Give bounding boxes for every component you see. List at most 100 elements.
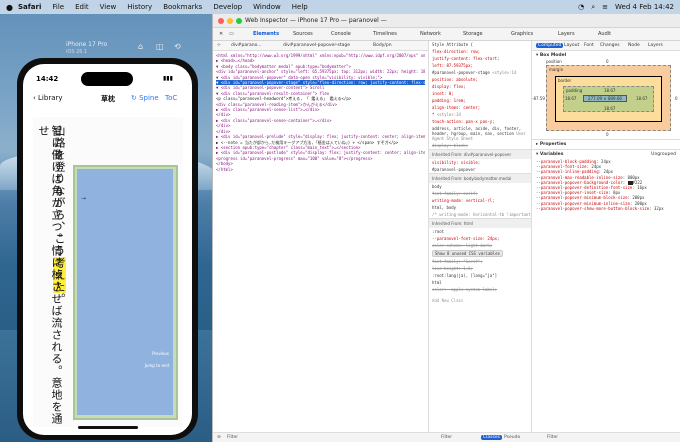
close-icon[interactable] <box>218 18 224 24</box>
properties-header[interactable]: ▸ Properties <box>532 139 680 147</box>
menu-file[interactable]: File <box>52 3 64 11</box>
menu-help[interactable]: Help <box>292 3 308 11</box>
style-prop[interactable]: --paranovel-font-size: 24px; <box>429 235 531 242</box>
breadcrumb-item-1[interactable]: div#parano... <box>231 43 262 48</box>
rule-selector[interactable]: #paranovel-popover <box>429 166 531 173</box>
tab-elements[interactable]: Elements <box>251 31 281 37</box>
tab-node[interactable]: Node <box>628 43 640 48</box>
home-indicator[interactable] <box>78 426 138 429</box>
reader-content[interactable]: 山路を登りながら、こう考えた。 智に働けば角が立つ。情に棹させば流される。意地を… <box>33 117 183 427</box>
spine-button[interactable]: ↻ Spine <box>131 94 159 102</box>
tab-timelines[interactable]: Timelines <box>371 31 399 37</box>
dock-icon[interactable]: ▭ <box>227 31 236 37</box>
rule-selector[interactable]: #paranovel-popover-stage <box>432 70 490 75</box>
home-icon[interactable]: ⌂ <box>138 42 143 51</box>
style-prop[interactable]: font-family: serif; <box>429 190 531 197</box>
style-prop[interactable]: color-scheme: light dark; <box>429 242 531 249</box>
style-prop[interactable]: color: -apple-system-label; <box>429 286 531 293</box>
style-prop[interactable]: writing-mode: vertical-rl; <box>429 197 531 204</box>
position-right[interactable]: 0 <box>675 96 678 101</box>
classes-toggle[interactable]: Classes <box>481 435 502 440</box>
tab-changes[interactable]: Changes <box>600 43 620 48</box>
tab-network[interactable]: Network <box>418 31 443 37</box>
wifi-icon[interactable]: ◔ <box>578 3 584 11</box>
menu-view[interactable]: View <box>100 3 117 11</box>
inspect-icon[interactable]: ⊹ <box>217 43 221 48</box>
computed-filter-input[interactable]: Filter <box>547 435 558 440</box>
tab-sources[interactable]: Sources <box>291 31 315 37</box>
rule-selector[interactable]: html <box>429 279 531 286</box>
search-icon[interactable]: ⌕ <box>591 3 595 12</box>
style-prop[interactable]: padding: 1rem; <box>429 97 531 104</box>
tab-layers[interactable]: Layers <box>556 31 577 37</box>
style-prop[interactable]: align-items: center; <box>429 104 531 111</box>
rule-selector[interactable]: address, article, aside, div, footer, he… <box>432 126 521 136</box>
menu-app-safari[interactable]: Safari <box>18 3 41 11</box>
box-model-header[interactable]: ▾ Box Model <box>532 53 680 58</box>
back-button[interactable]: ‹ Library <box>33 94 63 102</box>
jump-to-end-label[interactable]: Jump to end <box>145 363 169 368</box>
tab-graphics[interactable]: Graphics <box>509 31 535 37</box>
menu-history[interactable]: History <box>127 3 152 11</box>
rule-selector[interactable]: :root:lang(ja), [lang="ja"] <box>429 272 531 279</box>
menu-edit[interactable]: Edit <box>75 3 89 11</box>
variable-row[interactable]: --paranovel-popover-show-more-button-blo… <box>532 206 680 211</box>
tab-layout[interactable]: Layout <box>564 43 579 48</box>
pseudo-toggle[interactable]: Pseudo <box>504 435 520 440</box>
variables-header[interactable]: ▾ Variables Ungrouped <box>532 149 680 157</box>
rule-source[interactable]: <style>:14 <box>492 70 516 75</box>
apple-menu-icon[interactable]: ● <box>6 3 18 12</box>
add-class-input[interactable]: Add New Class <box>429 297 531 304</box>
position-bottom[interactable]: 0 <box>606 132 609 137</box>
style-prop[interactable]: left: 87.59375px; <box>429 62 531 69</box>
padding-right[interactable]: 18.67 <box>636 96 647 101</box>
menu-develop[interactable]: Develop <box>213 3 242 11</box>
rotate-icon[interactable]: ⟲ <box>174 42 181 51</box>
style-prop[interactable]: flex-direction: row; <box>429 48 531 55</box>
tab-console[interactable]: Console <box>329 31 353 37</box>
style-prop[interactable]: inset: 0; <box>429 90 531 97</box>
dom-tree[interactable]: <html xmlns="http://www.w3.org/1999/xhtm… <box>213 51 428 301</box>
dom-line[interactable]: ▶ <div id="paranovel-prelude" style="dis… <box>216 134 425 139</box>
styles-filter-input[interactable]: Filter <box>441 435 452 440</box>
styles-sidebar[interactable]: Style Attribute { flex-direction: row; j… <box>428 41 531 442</box>
tab-computed[interactable]: Computed <box>536 43 564 48</box>
show-variables-button[interactable]: Show 8 unused CSS variables <box>432 250 504 257</box>
position-left[interactable]: -87.59 <box>532 96 545 101</box>
padding-top[interactable]: 18.67 <box>604 88 615 93</box>
rule-selector[interactable]: html, body <box>429 204 531 211</box>
tab-layers-panel[interactable]: Layers <box>648 43 663 48</box>
previous-label[interactable]: Previous <box>152 351 169 356</box>
style-prop[interactable]: display: flex; <box>429 83 531 90</box>
style-prop[interactable]: line-height: 1.6; <box>429 265 531 272</box>
tab-font[interactable]: Font <box>584 43 594 48</box>
menu-window[interactable]: Window <box>253 3 281 11</box>
breadcrumb-item-3[interactable]: Body/pn <box>373 43 392 48</box>
style-prop[interactable]: touch-action: pan-x pan-y; <box>429 118 531 125</box>
style-prop[interactable]: visibility: visible; <box>429 159 531 166</box>
dom-line[interactable]: </html> <box>216 167 425 172</box>
position-top[interactable]: 0 <box>606 59 609 64</box>
menu-clock[interactable]: Wed 4 Feb 14:42 <box>615 3 674 11</box>
dom-filter-input[interactable]: Filter <box>227 435 238 440</box>
maximize-icon[interactable] <box>236 18 242 24</box>
rule-selector[interactable]: * <box>432 112 434 117</box>
filter-icon[interactable]: ⊜ <box>217 435 221 440</box>
menu-bookmarks[interactable]: Bookmarks <box>163 3 202 11</box>
rule-selector[interactable]: :root <box>429 228 531 235</box>
style-prop[interactable]: position: absolute; <box>429 76 531 83</box>
style-prop[interactable]: justify-content: flex-start; <box>429 55 531 62</box>
style-prop[interactable]: display: block; <box>429 142 531 149</box>
rule-selector[interactable]: body <box>429 183 531 190</box>
style-prop[interactable]: /* writing-mode: horizontal-tb !importan… <box>429 211 531 218</box>
breadcrumb-item-2[interactable]: div#paranovel-popover-stage <box>283 43 350 48</box>
minimize-icon[interactable] <box>227 18 233 24</box>
style-prop[interactable]: font-family: "Serif"; <box>429 258 531 265</box>
tab-audit[interactable]: Audit <box>596 31 613 37</box>
dom-line[interactable]: ▶ <div id="paranovel-postlude" style="di… <box>216 150 425 155</box>
content-size[interactable]: 277.09 × 809.66 <box>583 95 627 102</box>
tab-storage[interactable]: Storage <box>461 31 485 37</box>
rule-source[interactable]: <style>:34 <box>437 112 461 117</box>
dom-line[interactable]: <div id="paranovel-anchor" style="left: … <box>216 69 425 74</box>
screenshot-icon[interactable]: ◫ <box>156 42 164 51</box>
